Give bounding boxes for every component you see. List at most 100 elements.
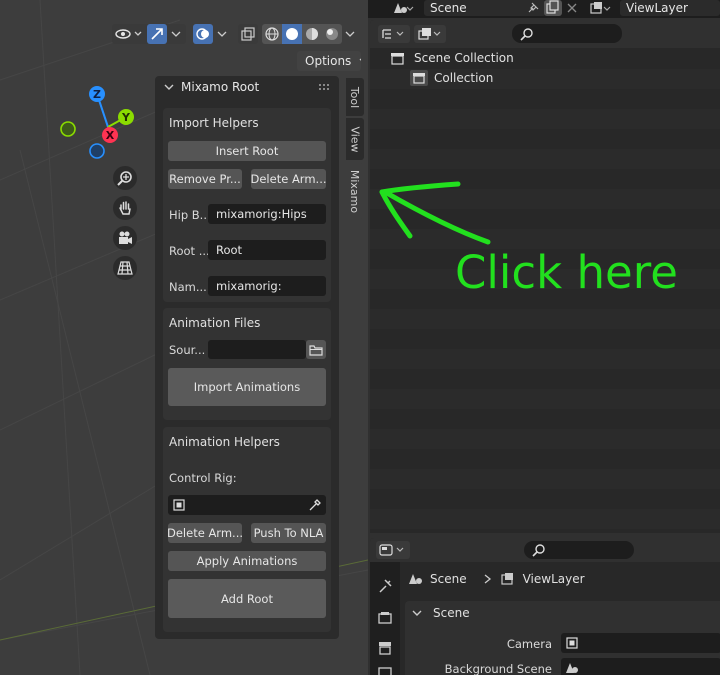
scene-selector[interactable] (392, 0, 414, 16)
overlay-toggle-button[interactable] (193, 24, 213, 44)
zoom-icon (117, 171, 132, 186)
new-scene-button[interactable] (544, 0, 562, 16)
remove-prefix-button[interactable]: Remove Pr... (168, 169, 242, 189)
add-root-button[interactable]: Add Root (168, 579, 326, 618)
object-icon (566, 637, 578, 649)
camera-field[interactable] (561, 633, 720, 653)
tab-view-label: View (348, 125, 362, 153)
gizmo-dropdown[interactable] (168, 26, 184, 42)
filter-dropdown[interactable] (414, 25, 446, 43)
camera-view-button[interactable] (113, 226, 137, 250)
tree-item-scene-collection[interactable]: Scene Collection (390, 51, 514, 65)
chevron-down-icon (164, 84, 174, 90)
animation-helpers-title: Animation Helpers (169, 435, 280, 449)
source-path-field[interactable] (208, 340, 306, 359)
copy-icon (546, 0, 559, 14)
axis-neg-z-handle[interactable] (89, 143, 105, 159)
import-animations-button[interactable]: Import Animations (168, 368, 326, 406)
folder-icon (309, 344, 323, 356)
namespace-label: Nam... (169, 280, 207, 294)
options-dropdown[interactable]: Options (297, 51, 361, 71)
scene-icon (409, 574, 422, 584)
shading-mode-group (262, 24, 342, 44)
scene-icon (566, 663, 578, 673)
row-stripe (370, 429, 720, 449)
options-label: Options (305, 54, 352, 68)
apply-animations-button[interactable]: Apply Animations (168, 551, 326, 571)
eyedropper-icon[interactable] (308, 498, 322, 512)
drag-handle-icon[interactable] (319, 84, 331, 94)
browse-folder-button[interactable] (306, 340, 326, 359)
row-stripe (370, 149, 720, 169)
chevron-down-icon (171, 31, 181, 37)
navigation-gizmo[interactable]: Z Y X (55, 82, 145, 162)
render-icon[interactable] (377, 610, 393, 626)
shading-dropdown[interactable] (342, 26, 358, 42)
insert-root-button[interactable]: Insert Root (168, 141, 326, 161)
delete-armature-button-2[interactable]: Delete Arm... (168, 523, 242, 543)
zoom-button[interactable] (113, 166, 137, 190)
search-icon (520, 27, 533, 41)
push-to-nla-button[interactable]: Push To NLA (251, 523, 326, 543)
properties-tab-column (370, 562, 400, 675)
chevron-down-icon (217, 31, 227, 37)
xray-toggle-button[interactable] (238, 24, 258, 44)
row-stripe (370, 309, 720, 329)
tab-tool-label: Tool (348, 86, 362, 108)
namespace-field[interactable]: mixamorig: (208, 276, 326, 296)
tool-settings-icon[interactable] (377, 578, 393, 594)
pan-button[interactable] (113, 196, 137, 220)
outliner-search-input[interactable] (512, 24, 622, 43)
row-stripe (370, 349, 720, 369)
close-icon[interactable] (566, 2, 578, 14)
pin-icon[interactable] (526, 1, 540, 15)
properties-editor-icon (379, 544, 404, 556)
ortho-toggle-button[interactable] (113, 256, 137, 280)
gizmo-arrow-icon (151, 28, 163, 40)
axis-y-label: Y (121, 111, 131, 124)
collection-box-icon (413, 73, 425, 84)
control-rig-field[interactable] (168, 495, 326, 515)
gizmo-toggle-button[interactable] (147, 24, 167, 44)
tree-item-collection[interactable]: Collection (410, 70, 493, 86)
animation-files-title: Animation Files (169, 316, 261, 330)
tab-view[interactable]: View (346, 118, 364, 160)
import-helpers-box: Import Helpers Insert Root Remove Pr... … (163, 108, 331, 302)
collection-box-icon (391, 53, 404, 65)
output-icon[interactable] (377, 640, 393, 656)
row-stripe (370, 109, 720, 129)
tab-mixamo[interactable]: Mixamo (346, 163, 364, 219)
view-layer-icon (500, 573, 513, 585)
axis-neg-y-handle[interactable] (60, 121, 76, 137)
view-layer-field[interactable]: ViewLayer (620, 0, 720, 16)
delete-armature-button[interactable]: Delete Arm... (251, 169, 326, 189)
filter-icon (418, 28, 441, 40)
panel-header[interactable]: Mixamo Root (155, 76, 339, 98)
view-layer-selector[interactable] (590, 0, 612, 16)
scene-section-header[interactable]: Scene (411, 606, 470, 620)
scene-collection-label: Scene Collection (414, 51, 514, 65)
camera-icon (119, 231, 132, 244)
control-rig-label: Control Rig: (169, 471, 237, 485)
root-field[interactable]: Root (208, 240, 326, 260)
arrow-shaft (382, 189, 491, 245)
tab-tool[interactable]: Tool (346, 78, 364, 116)
display-mode-dropdown[interactable] (378, 25, 410, 43)
background-scene-field[interactable] (561, 658, 720, 675)
axis-x-label: X (106, 129, 115, 142)
animation-helpers-box: Animation Helpers Control Rig: Delete Ar… (163, 427, 331, 632)
overlay-dropdown[interactable] (214, 26, 230, 42)
row-stripe (370, 509, 720, 529)
animation-files-box: Animation Files Sour... Import Animation… (163, 308, 331, 420)
chevron-down-icon (412, 610, 422, 616)
source-label: Sour... (169, 343, 206, 357)
scene-name: Scene (430, 1, 467, 15)
collection-icon-bg (410, 70, 428, 86)
arrow-head-upper (379, 181, 461, 195)
hip-bone-field[interactable]: mixamorig:Hips (208, 204, 326, 224)
visibility-dropdown[interactable] (114, 25, 144, 43)
chevron-down-icon (359, 58, 361, 61)
properties-search-input[interactable] (524, 541, 634, 559)
view-layer-tab-icon[interactable] (377, 666, 393, 675)
editor-type-dropdown[interactable] (376, 541, 410, 559)
